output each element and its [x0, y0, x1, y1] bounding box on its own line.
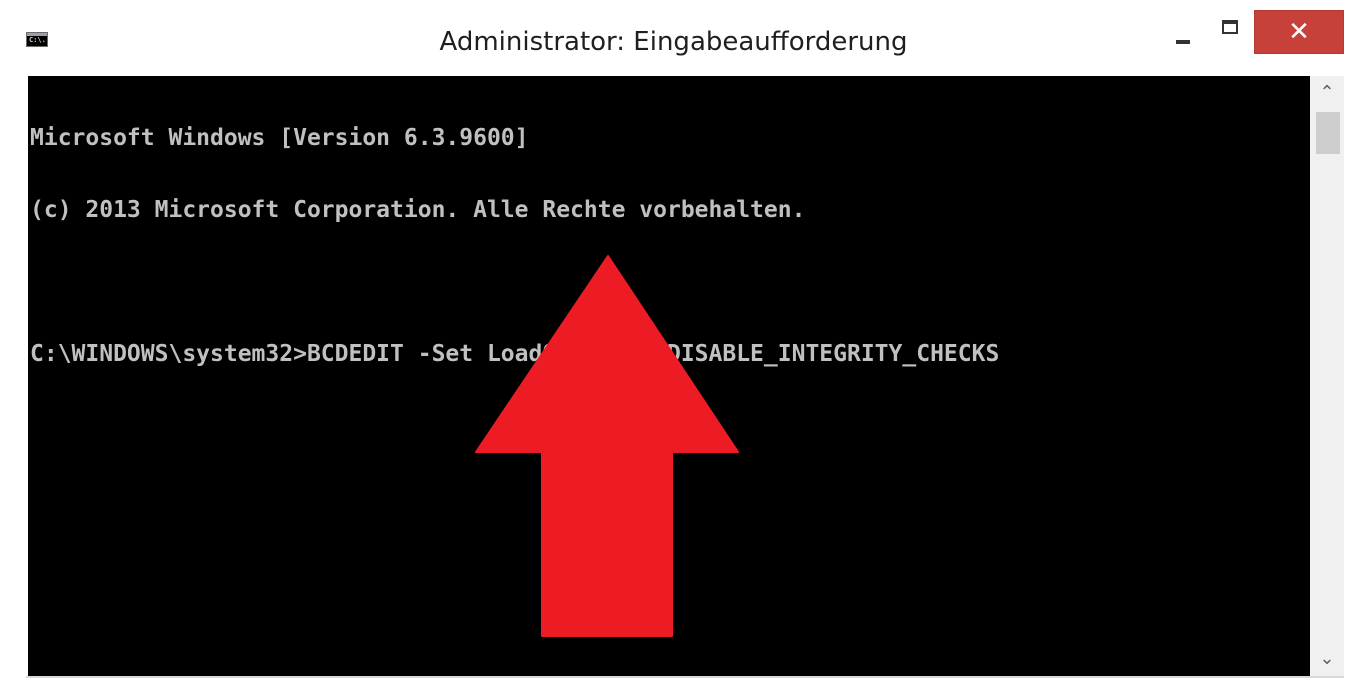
- up-arrow-annotation: [475, 255, 739, 637]
- title-bar[interactable]: C:\. Administrator: Eingabeaufforderung …: [0, 0, 1347, 76]
- close-icon: ✕: [1288, 17, 1310, 47]
- console-area[interactable]: Microsoft Windows [Version 6.3.9600] (c)…: [28, 76, 1310, 676]
- maximize-icon: [1222, 20, 1238, 34]
- window-title: Administrator: Eingabeaufforderung: [439, 27, 908, 57]
- vertical-scrollbar[interactable]: ⌃ ⌄: [1310, 76, 1344, 676]
- minimize-icon: [1176, 40, 1190, 44]
- window-bottom-border: [26, 676, 1344, 678]
- maximize-button[interactable]: [1208, 12, 1254, 52]
- up-arrow-shape: [475, 255, 739, 637]
- close-button[interactable]: ✕: [1254, 10, 1344, 54]
- minimize-button[interactable]: [1160, 12, 1206, 52]
- scrollbar-thumb[interactable]: [1316, 112, 1340, 154]
- scroll-up-arrow-icon[interactable]: ⌃: [1310, 76, 1344, 110]
- scroll-down-arrow-icon[interactable]: ⌄: [1310, 642, 1344, 676]
- console-window: C:\. Administrator: Eingabeaufforderung …: [0, 0, 1347, 681]
